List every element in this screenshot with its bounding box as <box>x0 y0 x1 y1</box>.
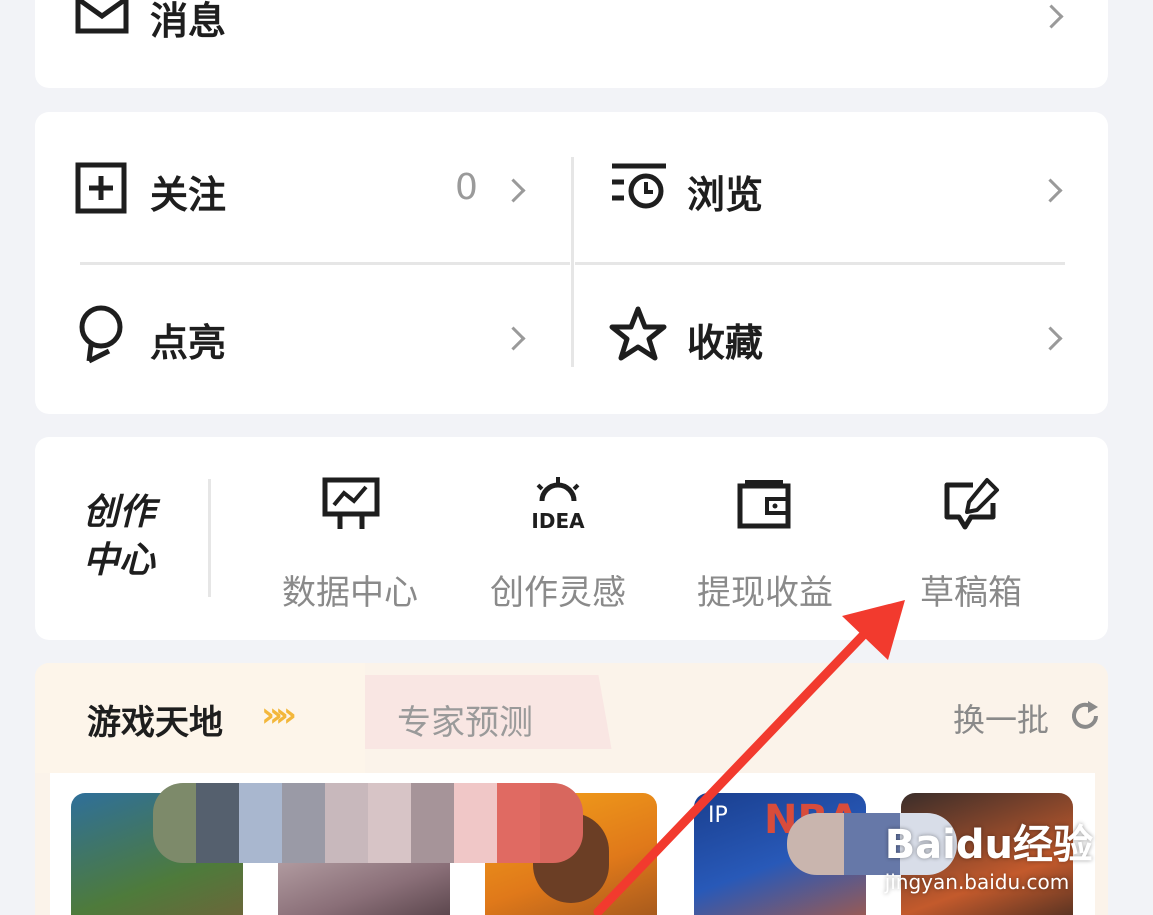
annotation-arrow <box>593 600 905 915</box>
watermark-brand: Baidu经验 <box>884 822 1093 868</box>
watermark-url: jingyan.baidu.com <box>884 870 1070 894</box>
baidu-watermark: Baidu经验 jingyan.baidu.com <box>885 812 1093 894</box>
